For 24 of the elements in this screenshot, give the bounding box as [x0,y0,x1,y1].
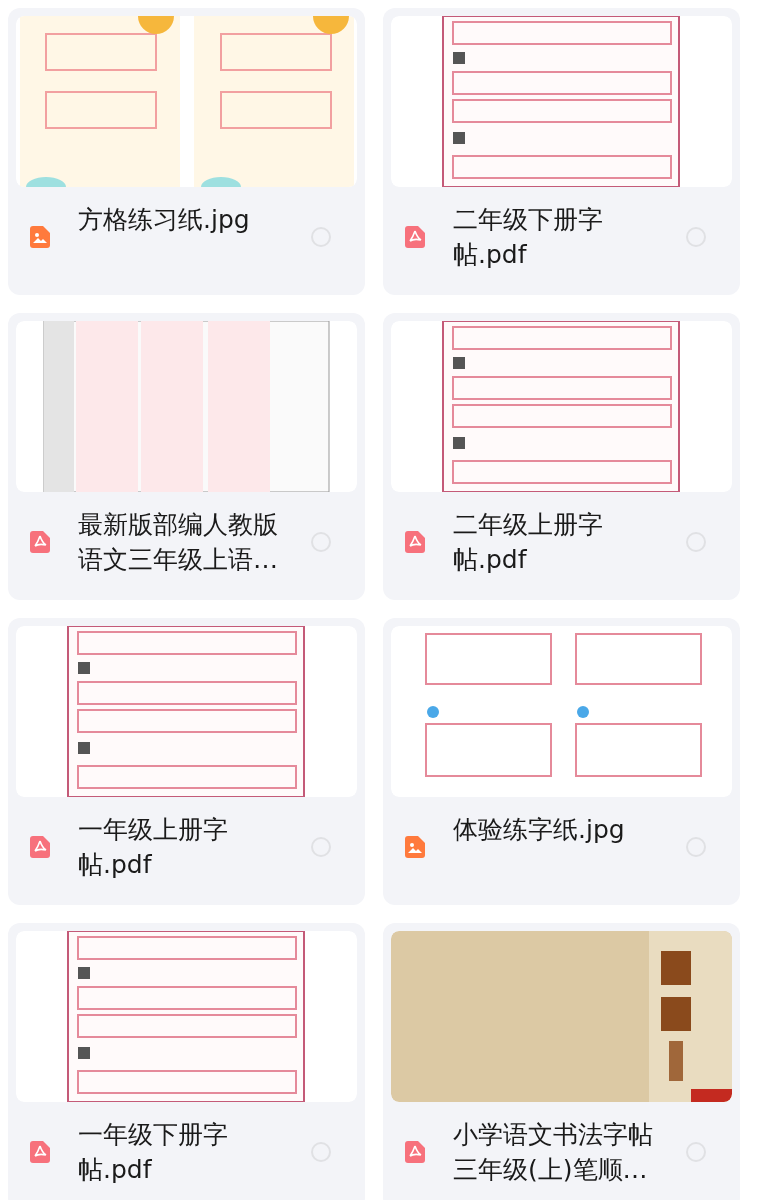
file-card[interactable]: 体验练字纸.jpg [383,618,740,905]
file-card[interactable]: 方格练习纸.jpg [8,8,365,295]
file-card[interactable]: 小学语文书法字帖三年级(上)笔顺… [383,923,740,1200]
file-card[interactable]: 二年级上册字帖.pdf [383,313,740,600]
file-name: 小学语文书法字帖三年级(上)笔顺… [453,1119,654,1186]
pdf-icon [405,226,425,248]
file-name: 体验练字纸.jpg [453,814,626,846]
image-icon [30,226,50,248]
pdf-icon [30,836,50,858]
file-card[interactable]: 二年级下册字帖.pdf [383,8,740,295]
file-card[interactable]: 最新版部编人教版语文三年级上语… [8,313,365,600]
image-icon [405,836,425,858]
file-name: 一年级上册字帖.pdf [78,814,229,881]
file-name: 二年级上册字帖.pdf [453,509,604,576]
pdf-icon [30,531,50,553]
file-name: 二年级下册字帖.pdf [453,204,604,271]
pdf-icon [30,1141,50,1163]
file-name: 最新版部编人教版语文三年级上语… [78,509,279,576]
pdf-icon [405,1141,425,1163]
pdf-icon [405,531,425,553]
file-name: 方格练习纸.jpg [78,204,251,236]
file-card[interactable]: 一年级下册字帖.pdf [8,923,365,1200]
file-name: 一年级下册字帖.pdf [78,1119,229,1186]
file-card[interactable]: 一年级上册字帖.pdf [8,618,365,905]
